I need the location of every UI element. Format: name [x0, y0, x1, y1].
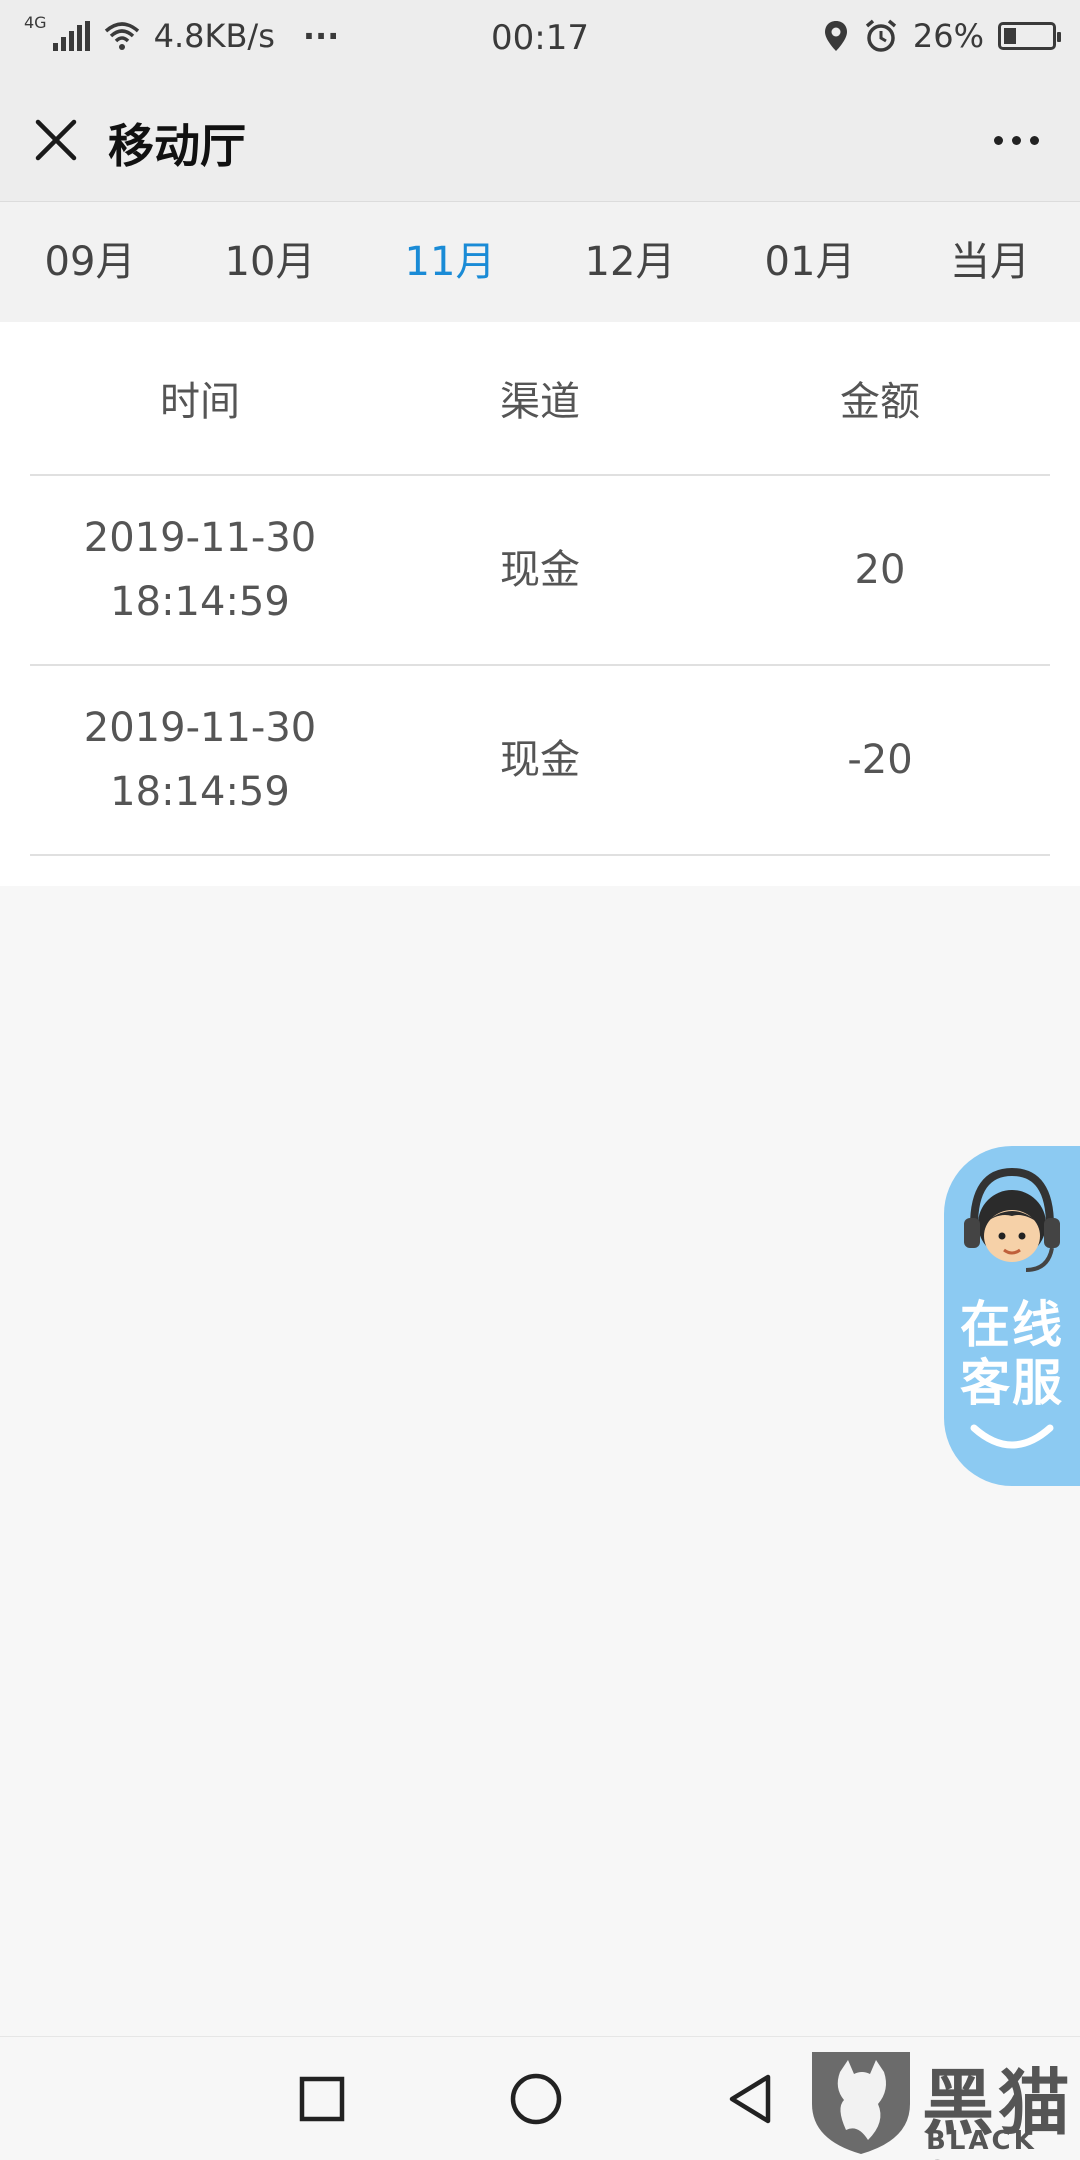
customer-service-label: 在线 客服	[950, 1296, 1074, 1412]
header-amount: 金额	[840, 379, 920, 425]
cell-amount: -20	[847, 737, 913, 783]
tab-month[interactable]: 10月	[180, 202, 360, 322]
cell-amount: 20	[854, 547, 906, 593]
online-customer-service-button[interactable]: 在线 客服	[944, 1146, 1080, 1486]
tab-current-month[interactable]: 当月	[900, 202, 1080, 322]
cell-time: 2019-11-30 18:14:59	[30, 506, 370, 634]
month-tabs: 09月 10月 11月 12月 01月 当月	[0, 202, 1080, 322]
page-title: 移动厅	[108, 119, 246, 173]
battery-percent: 26%	[912, 17, 984, 55]
cell-date: 2019-11-30	[83, 705, 317, 751]
tab-month[interactable]: 01月	[720, 202, 900, 322]
table-row: 2019-11-30 18:14:59 现金 20	[30, 476, 1050, 666]
close-button[interactable]	[28, 112, 84, 168]
tab-month[interactable]: 12月	[540, 202, 720, 322]
table-row: 2019-11-30 18:14:59 现金 -20	[30, 666, 1050, 856]
header-time: 时间	[160, 379, 240, 425]
agent-avatar-icon	[964, 1167, 1060, 1272]
transactions-panel: 时间 渠道 金额 2019-11-30 18:14:59 现金 20 2019-…	[0, 322, 1080, 886]
more-options-button[interactable]	[984, 112, 1048, 168]
battery-icon	[998, 22, 1061, 50]
cs-label-line1: 在线	[960, 1296, 1064, 1354]
tab-month[interactable]: 11月	[360, 202, 540, 322]
battery-level	[1004, 28, 1016, 44]
cell-time: 2019-11-30 18:14:59	[30, 696, 370, 824]
more-dot-icon	[1029, 135, 1039, 145]
smile-icon	[970, 1424, 1054, 1449]
back-button[interactable]	[714, 2063, 786, 2135]
watermark: 黑猫 BLACK CAT	[806, 2044, 1076, 2160]
status-right: 26%	[823, 0, 1061, 72]
transactions-table: 时间 渠道 金额 2019-11-30 18:14:59 现金 20 2019-…	[30, 322, 1050, 856]
tab-month[interactable]: 09月	[0, 202, 180, 322]
cs-label-line2: 客服	[960, 1354, 1064, 1412]
watermark-subtitle: BLACK CAT	[926, 2126, 1037, 2160]
alarm-icon	[865, 19, 896, 52]
header-channel: 渠道	[500, 379, 580, 425]
table-header: 时间 渠道 金额	[30, 322, 1050, 476]
more-dot-icon	[993, 135, 1003, 145]
recent-apps-button[interactable]	[286, 2063, 358, 2135]
square-icon	[299, 2076, 345, 2122]
cell-channel: 现金	[500, 547, 580, 593]
cell-channel: 现金	[500, 737, 580, 783]
close-icon	[35, 119, 77, 161]
more-dot-icon	[1011, 135, 1021, 145]
status-bar: 4G 4.8KB/s ··· 00:17 26%	[0, 0, 1080, 72]
location-icon	[824, 21, 847, 51]
black-cat-shield-icon	[812, 2052, 910, 2154]
circle-icon	[510, 2073, 562, 2125]
header: 移动厅	[0, 72, 1080, 202]
home-button[interactable]	[500, 2063, 572, 2135]
cell-date: 2019-11-30	[83, 515, 317, 561]
cell-clock-time: 18:14:59	[110, 769, 290, 815]
cell-clock-time: 18:14:59	[110, 579, 290, 625]
triangle-back-icon	[729, 2074, 771, 2124]
